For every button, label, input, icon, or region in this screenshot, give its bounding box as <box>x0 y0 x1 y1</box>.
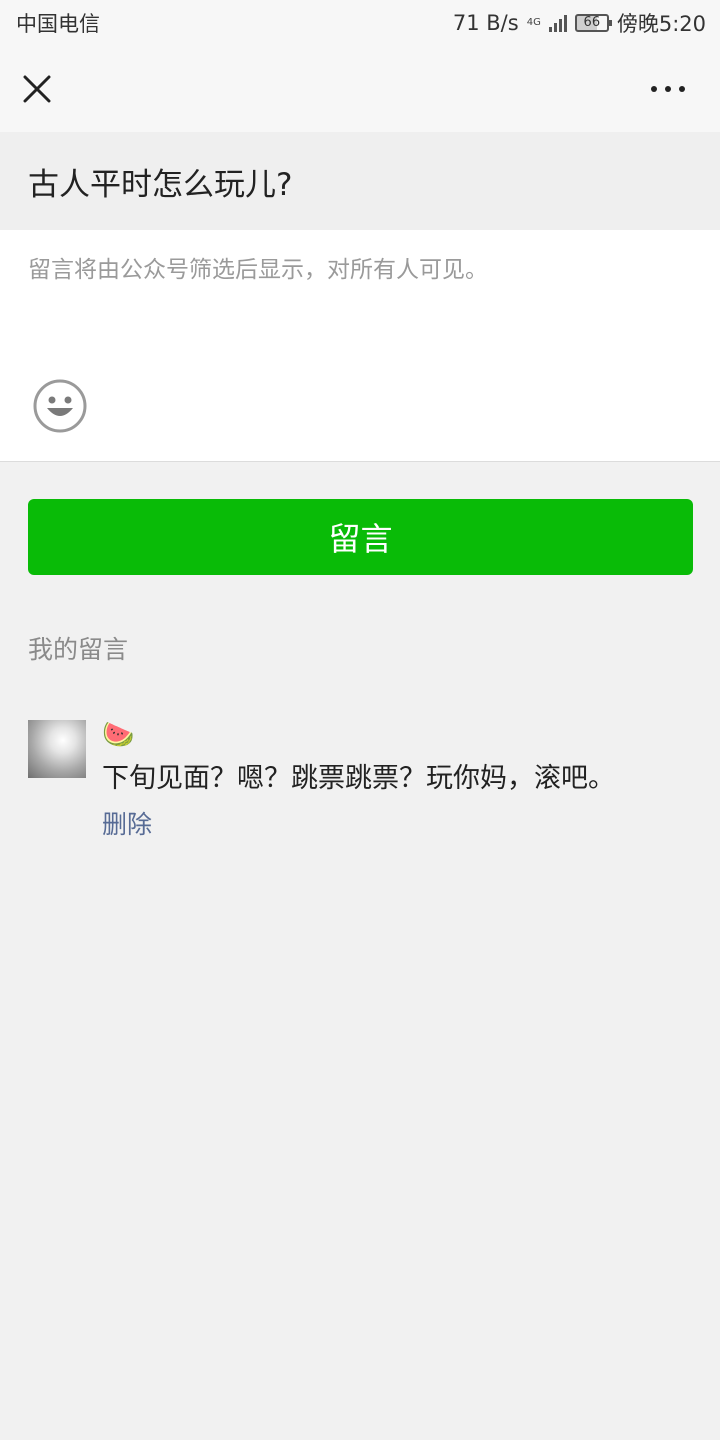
signal-icon <box>548 14 567 32</box>
my-comments-title: 我的留言 <box>28 635 129 664</box>
close-icon <box>23 75 51 103</box>
compose-area <box>0 230 720 462</box>
delete-comment-link[interactable]: 删除 <box>102 805 152 841</box>
smiley-icon <box>33 379 87 433</box>
network-type-label: 4G <box>526 17 541 28</box>
network-type-icon: 4G <box>527 18 541 28</box>
article-title: 古人平时怎么玩儿? <box>0 132 720 230</box>
commenter-nickname: 🍉 <box>102 720 702 750</box>
comment-text: 下旬见面？嗯？跳票跳票？玩你妈，滚吧。 <box>102 763 615 794</box>
submit-comment-button[interactable]: 留言 <box>28 499 693 575</box>
clock: 傍晚5:20 <box>616 12 706 36</box>
more-dots-icon <box>651 86 685 92</box>
net-speed: 71 B/s <box>452 11 519 35</box>
avatar[interactable] <box>28 720 86 778</box>
comment-input[interactable] <box>28 250 692 370</box>
status-bar: 中国电信 71 B/s 4G 66 傍晚5:20 <box>0 0 720 46</box>
carrier-label: 中国电信 <box>16 12 100 36</box>
close-button[interactable] <box>14 66 60 112</box>
comment-body: 🍉 下旬见面？嗯？跳票跳票？玩你妈，滚吧。 删除 <box>102 720 702 841</box>
battery-icon: 66 <box>574 14 612 32</box>
emoji-button[interactable] <box>32 378 88 434</box>
more-button[interactable] <box>640 66 696 112</box>
status-right: 71 B/s 4G 66 傍晚5:20 <box>453 8 706 38</box>
nav-bar <box>0 46 720 132</box>
battery-level: 66 <box>583 15 601 30</box>
nickname-text: 🍉 <box>102 720 135 750</box>
